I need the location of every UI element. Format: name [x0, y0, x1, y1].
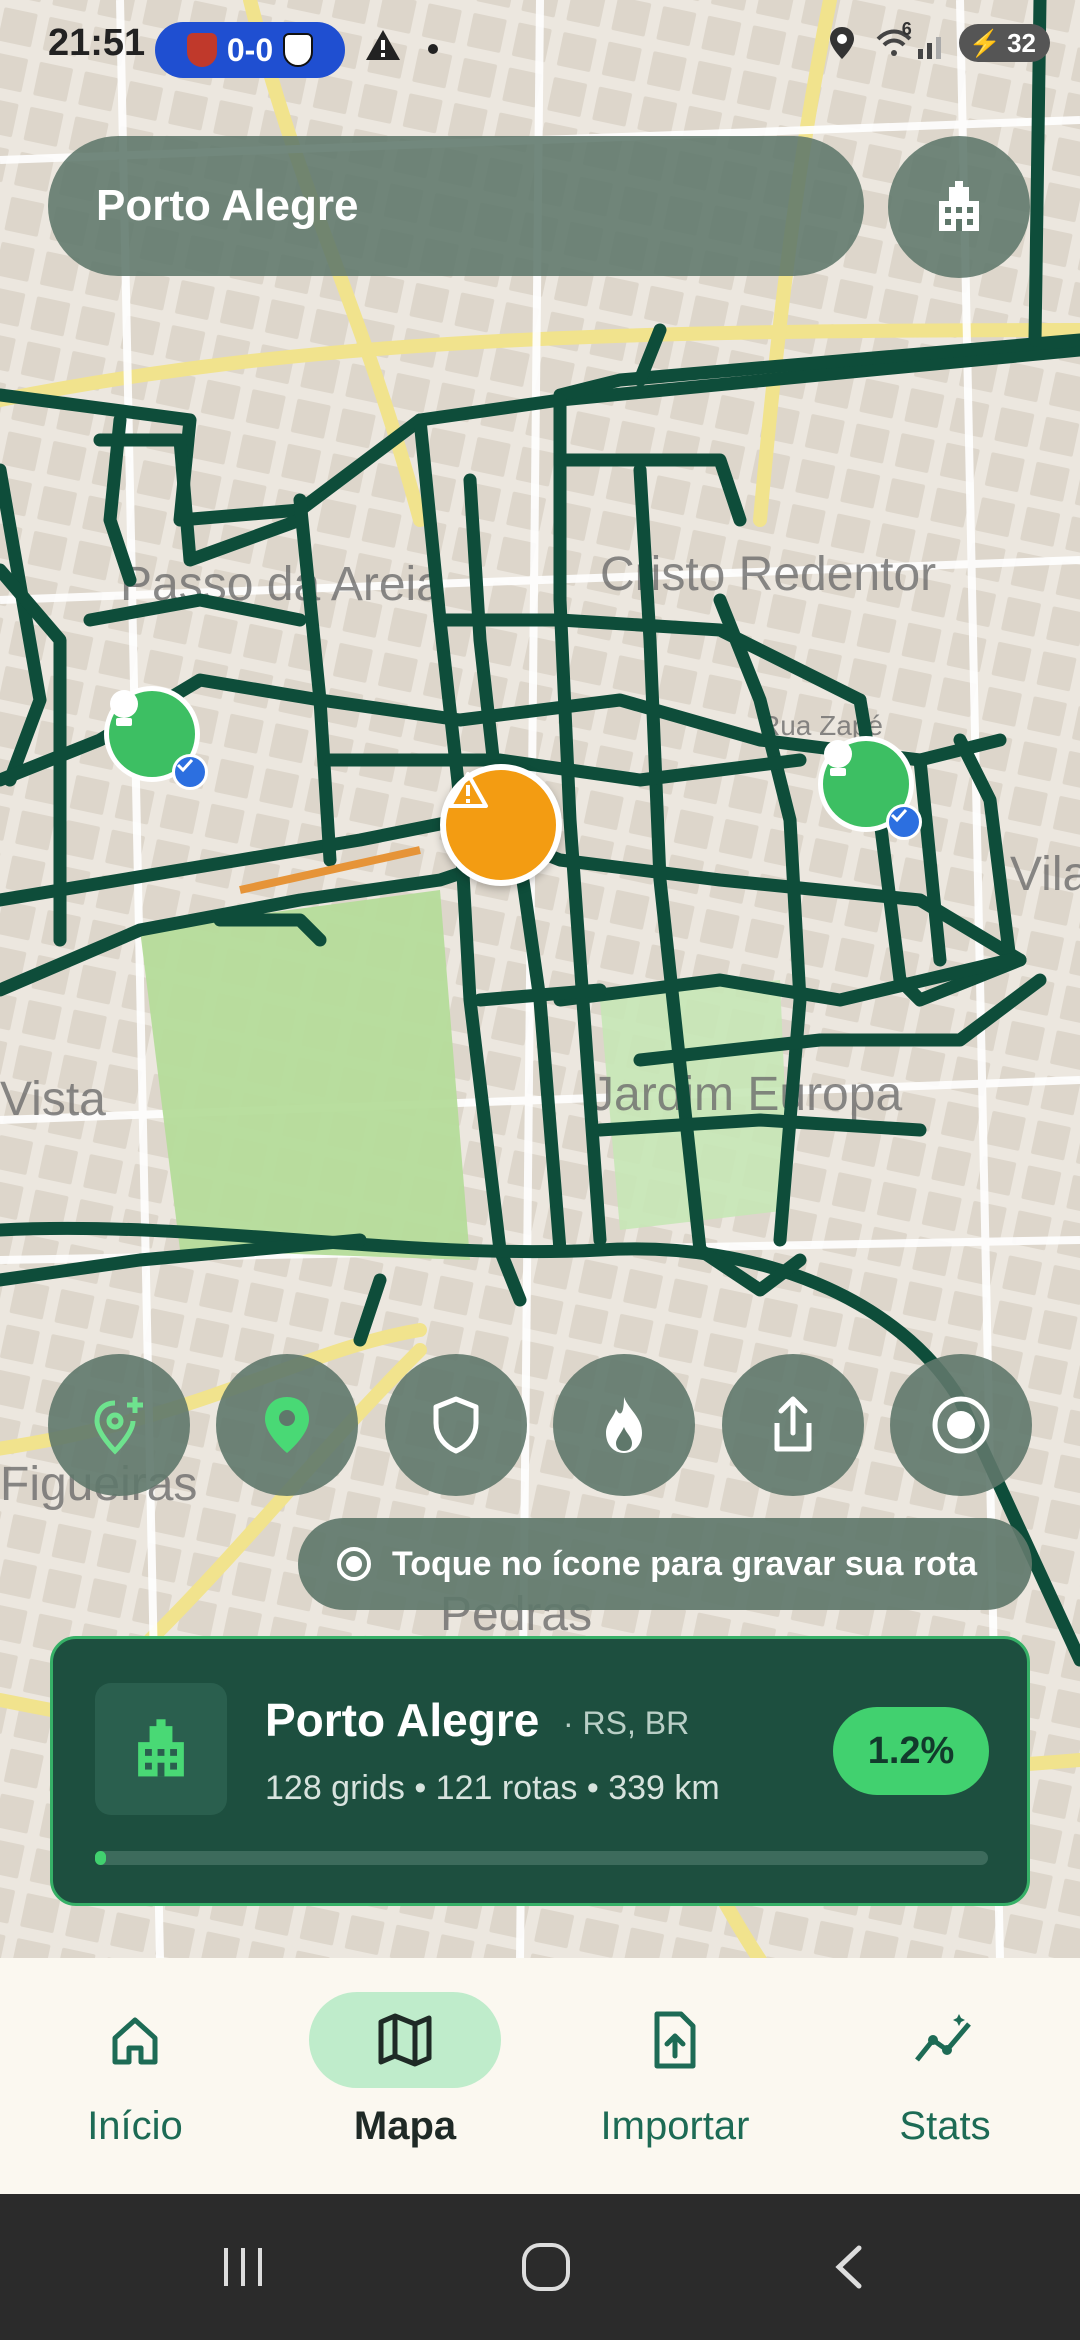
- nav-icon-wrap: [39, 1992, 231, 2088]
- location-pin-icon: [265, 1397, 310, 1453]
- network-label: 6: [901, 19, 912, 39]
- city-stats: 128 grids • 121 rotas • 339 km: [265, 1769, 720, 1807]
- nav-label: Importar: [600, 2104, 750, 2148]
- shield-icon: [433, 1396, 479, 1454]
- nav-label: Mapa: [353, 2104, 457, 2148]
- status-bar: 21:51 0-0 6 ⚡ 32: [0, 0, 1080, 100]
- record-button[interactable]: [889, 1354, 1032, 1496]
- record-icon: [932, 1396, 990, 1454]
- share-icon: [774, 1396, 812, 1452]
- home-system-button[interactable]: [486, 2194, 606, 2340]
- map-icon: [378, 2013, 432, 2067]
- home-circle-icon: [522, 2243, 570, 2291]
- nav-icon-wrap: [309, 1992, 501, 2088]
- fire-icon: [606, 1397, 643, 1453]
- nav-item-mapa[interactable]: Mapa: [270, 1958, 540, 2194]
- nav-icon-wrap: [849, 1992, 1041, 2088]
- map-label-jardim: Jardim Europa: [590, 1068, 902, 1121]
- city-region: · RS, BR: [563, 1705, 690, 1741]
- city-search-bar[interactable]: Porto Alegre: [48, 136, 864, 276]
- nav-icon-wrap: [579, 1992, 771, 2088]
- add-location-icon: [94, 1397, 143, 1455]
- city-icon-box: [95, 1683, 227, 1815]
- score-text: 0-0: [226, 31, 274, 68]
- nav-label: Stats: [899, 2104, 991, 2148]
- record-hint-text: Toque no ícone para gravar sua rota: [392, 1544, 978, 1583]
- tip-marker-right[interactable]: [818, 736, 922, 840]
- home-icon: [112, 2017, 158, 2065]
- team-badge-away-icon: [283, 33, 314, 67]
- charging-icon: ⚡: [968, 27, 1002, 58]
- heatmap-button[interactable]: [553, 1354, 696, 1496]
- back-icon: [835, 2245, 862, 2289]
- battery-level: 32: [1007, 27, 1036, 58]
- bottom-navigation: Início Mapa Importar Stats: [0, 1958, 1080, 2194]
- city-name: Porto Alegre: [265, 1694, 540, 1746]
- tip-marker-left[interactable]: [104, 686, 208, 790]
- warning-marker[interactable]: [440, 764, 562, 886]
- nav-item-stats[interactable]: Stats: [810, 1958, 1080, 2194]
- notification-dot: [428, 44, 438, 54]
- warning-icon: [448, 772, 488, 808]
- city-icon: [138, 1719, 184, 1777]
- map-label-vila: Vila: [1010, 848, 1080, 901]
- nav-label: Início: [87, 2104, 183, 2148]
- team-badge-home-icon: [186, 33, 217, 67]
- system-navigation-bar: [0, 2194, 1080, 2340]
- shield-button[interactable]: [384, 1354, 527, 1496]
- map-label-vista: Vista: [0, 1073, 106, 1126]
- coverage-progress-fill: [95, 1851, 106, 1865]
- verified-badge-icon: [886, 804, 922, 840]
- record-hint-banner: Toque no ícone para gravar sua rota: [298, 1518, 1032, 1610]
- live-score-pill[interactable]: 0-0: [155, 22, 345, 78]
- recent-apps-button[interactable]: [183, 2194, 303, 2340]
- location-icon: [829, 27, 854, 59]
- map-action-bar: [48, 1354, 1032, 1496]
- city-summary-card[interactable]: Porto Alegre · RS, BR 128 grids • 121 ro…: [50, 1636, 1030, 1906]
- status-time: 21:51: [48, 22, 146, 64]
- recent-apps-icon: [224, 2248, 262, 2286]
- battery-indicator: ⚡ 32: [958, 24, 1050, 62]
- record-small-icon: [337, 1547, 371, 1581]
- add-location-button[interactable]: [48, 1354, 190, 1496]
- coverage-progress-bar: [95, 1851, 988, 1865]
- nav-item-inicio[interactable]: Início: [0, 1958, 270, 2194]
- alert-icon: [366, 30, 400, 60]
- share-button[interactable]: [721, 1354, 864, 1496]
- stats-icon: [915, 2014, 971, 2062]
- nav-item-importar[interactable]: Importar: [540, 1958, 810, 2194]
- back-button[interactable]: [790, 2194, 910, 2340]
- app-root: Passo da Areia Cristo Redentor Rua Zapé …: [0, 0, 1080, 2340]
- import-icon: [654, 2011, 696, 2069]
- verified-badge-icon: [172, 754, 208, 790]
- city-search-text: Porto Alegre: [96, 181, 359, 230]
- coverage-percent-badge: 1.2%: [833, 1707, 989, 1795]
- signal-icon: 6: [874, 19, 941, 59]
- city-select-button[interactable]: [888, 136, 1030, 278]
- location-pin-button[interactable]: [216, 1354, 359, 1496]
- status-icons: 6 ⚡ 32: [828, 19, 1050, 62]
- city-icon: [939, 181, 979, 231]
